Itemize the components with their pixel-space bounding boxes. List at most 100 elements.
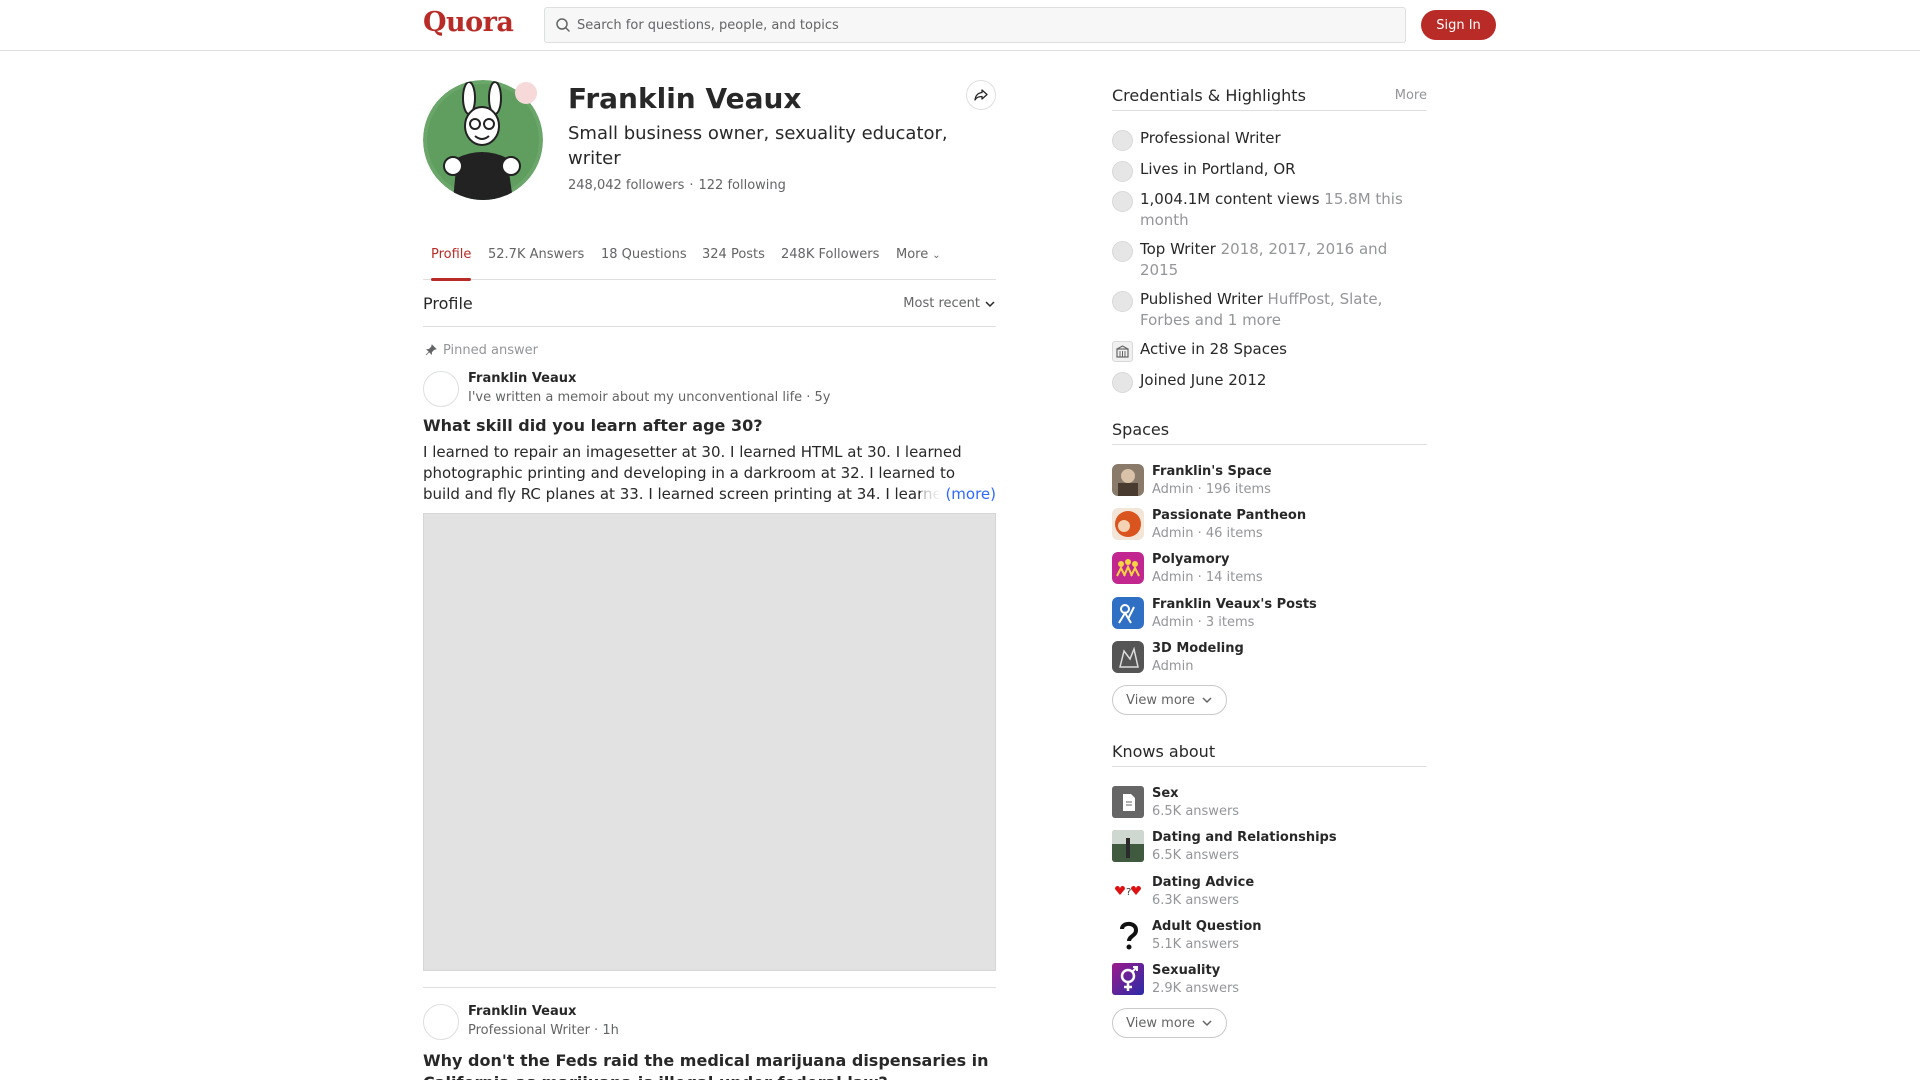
tab-label: 52.7K Answers <box>488 247 585 262</box>
credential-item: Active in 28 Spaces <box>1112 339 1427 362</box>
section-title: Profile <box>423 294 473 313</box>
topic-name: Sexuality <box>1152 963 1221 978</box>
followers-count[interactable]: 248,042 followers <box>568 178 684 193</box>
author-avatar[interactable] <box>423 371 459 407</box>
space-name: 3D Modeling <box>1152 641 1244 656</box>
share-button[interactable] <box>966 80 996 110</box>
space-item[interactable]: Franklin Veaux's Posts Admin · 3 items <box>1112 597 1427 633</box>
view-more-label: View more <box>1126 1015 1195 1031</box>
tab-answers[interactable]: 52.7K Answers <box>488 242 584 280</box>
credentials-more-link[interactable]: More <box>1395 88 1427 103</box>
profile-name: Franklin Veaux <box>568 82 802 115</box>
profile-tabs: Profile 52.7K Answers 18 Questions 324 P… <box>423 242 996 281</box>
post-body[interactable]: I learned to repair an imagesetter at 30… <box>423 442 996 505</box>
following-count[interactable]: 122 following <box>699 178 786 193</box>
author-meta: Professional Writer · 1h <box>468 1023 619 1038</box>
topic-name: Adult Question <box>1152 919 1262 934</box>
credential-text: Active in 28 Spaces <box>1140 340 1287 358</box>
topic-meta: 6.5K answers <box>1152 804 1240 819</box>
post-image-placeholder[interactable] <box>423 513 996 971</box>
pinned-text: Pinned answer <box>443 343 538 358</box>
credential-text: Top Writer <box>1140 240 1216 258</box>
topic-meta: 6.3K answers <box>1152 893 1240 908</box>
tab-followers[interactable]: 248K Followers <box>781 242 879 280</box>
tab-more[interactable]: More ⌄ <box>896 242 941 280</box>
avatar-status-dot <box>515 82 537 104</box>
share-icon <box>974 89 988 101</box>
post-question[interactable]: What skill did you learn after age 30? <box>423 416 996 435</box>
space-name: Polyamory <box>1152 552 1230 567</box>
spaces-icon <box>1112 341 1133 362</box>
space-meta: Admin · 46 items <box>1152 526 1263 541</box>
author-name[interactable]: Franklin Veaux <box>468 371 576 386</box>
hearts-icon: ? <box>1112 875 1144 907</box>
credential-item: Lives in Portland, OR <box>1112 159 1427 182</box>
question-mark-icon <box>1112 919 1144 951</box>
quora-logo[interactable]: Quora <box>423 7 514 38</box>
topic-name: Sex <box>1152 786 1179 801</box>
topic-meta: 5.1K answers <box>1152 937 1240 952</box>
credential-item: Professional Writer <box>1112 128 1427 151</box>
space-avatar-icon <box>1112 552 1144 584</box>
credential-text: Lives in Portland, OR <box>1140 160 1296 178</box>
spaces-view-more-button[interactable]: View more <box>1112 685 1227 715</box>
space-name: Franklin Veaux's Posts <box>1152 597 1317 612</box>
search-input[interactable] <box>573 8 1393 42</box>
space-item[interactable]: 3D Modeling Admin <box>1112 641 1427 677</box>
calendar-icon <box>1112 372 1133 393</box>
topic-item[interactable]: Sex 6.5K answers <box>1112 786 1427 822</box>
tab-label: More <box>896 247 929 262</box>
search-icon <box>556 18 570 32</box>
topic-item[interactable]: ? Dating Advice 6.3K answers <box>1112 875 1427 911</box>
credential-item: 1,004.1M content views 15.8M this month <box>1112 189 1427 231</box>
space-item[interactable]: Polyamory Admin · 14 items <box>1112 552 1427 588</box>
tab-label: 248K Followers <box>781 247 880 262</box>
tab-label: 18 Questions <box>601 247 687 262</box>
tab-questions[interactable]: 18 Questions <box>601 242 687 280</box>
space-name: Franklin's Space <box>1152 464 1272 479</box>
topic-item[interactable]: Adult Question 5.1K answers <box>1112 919 1427 955</box>
space-avatar-icon <box>1112 464 1144 496</box>
space-avatar-icon <box>1112 597 1144 629</box>
post-body-text: I learned to repair an imagesetter at 30… <box>423 443 962 503</box>
spaces-header: Spaces <box>1112 420 1427 445</box>
briefcase-icon <box>1112 130 1133 151</box>
credential-text: Published Writer <box>1140 290 1263 308</box>
divider <box>423 987 996 988</box>
tab-label: 324 Posts <box>702 247 765 262</box>
post-question[interactable]: Why don't the Feds raid the medical mari… <box>423 1050 996 1080</box>
stats-separator: · <box>689 178 694 193</box>
author-name[interactable]: Franklin Veaux <box>468 1004 576 1019</box>
space-name: Passionate Pantheon <box>1152 508 1307 523</box>
top-bar: Quora Sign In <box>0 0 1920 51</box>
chevron-down-icon <box>1202 1020 1212 1027</box>
chevron-down-icon: ⌄ <box>932 250 941 261</box>
credentials-title: Credentials & Highlights <box>1112 86 1306 105</box>
pin-icon <box>425 344 437 356</box>
more-link[interactable]: (more) <box>921 484 996 505</box>
space-avatar-icon <box>1112 508 1144 540</box>
search-box[interactable] <box>544 7 1406 43</box>
knows-about-header: Knows about <box>1112 742 1427 767</box>
gender-symbol-icon <box>1112 963 1144 995</box>
space-avatar-icon <box>1112 641 1144 673</box>
eye-icon <box>1112 191 1133 212</box>
top-writer-icon <box>1112 241 1133 262</box>
profile-stats: 248,042 followers · 122 following <box>568 178 786 193</box>
chevron-down-icon <box>1202 697 1212 704</box>
space-meta: Admin · 3 items <box>1152 615 1255 630</box>
space-item[interactable]: Passionate Pantheon Admin · 46 items <box>1112 508 1427 544</box>
knows-about-view-more-button[interactable]: View more <box>1112 1008 1227 1038</box>
topic-item[interactable]: Dating and Relationships 6.5K answers <box>1112 830 1427 866</box>
spaces-title: Spaces <box>1112 420 1170 439</box>
author-meta: I've written a memoir about my unconvent… <box>468 390 831 405</box>
sign-in-button[interactable]: Sign In <box>1421 10 1496 40</box>
sort-label: Most recent <box>903 296 980 311</box>
chevron-down-icon <box>985 300 995 307</box>
tab-posts[interactable]: 324 Posts <box>702 242 765 280</box>
space-item[interactable]: Franklin's Space Admin · 196 items <box>1112 464 1427 500</box>
topic-item[interactable]: Sexuality 2.9K answers <box>1112 963 1427 999</box>
tab-profile[interactable]: Profile <box>431 242 472 281</box>
sort-dropdown[interactable]: Most recent <box>903 296 996 311</box>
author-avatar[interactable] <box>423 1004 459 1040</box>
